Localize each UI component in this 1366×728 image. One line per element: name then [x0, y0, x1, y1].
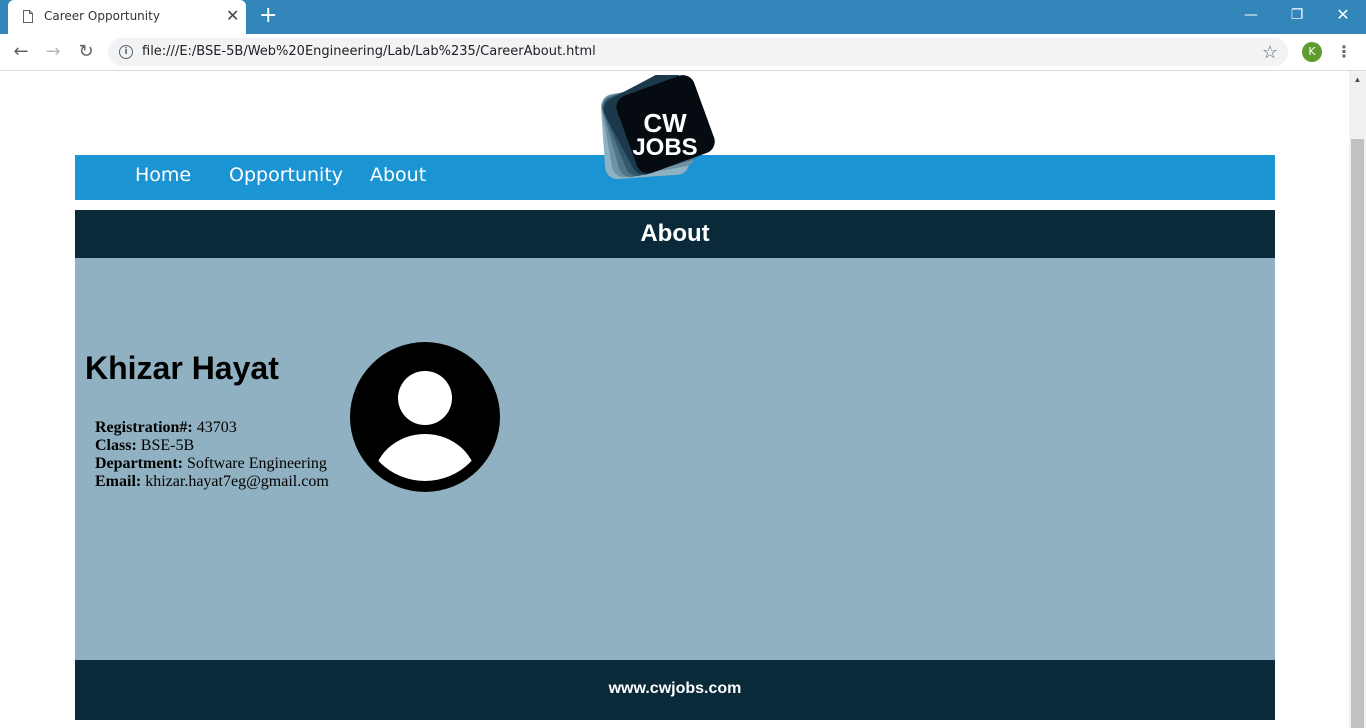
browser-tab-strip: Career Opportunity ✕ + — ❐ ✕ — [0, 0, 1366, 34]
page-viewport: Home Opportunity About CW JOBS About Khi… — [0, 71, 1349, 728]
browser-toolbar: ← → ↻ i file:///E:/BSE-5B/Web%20Engineer… — [0, 34, 1366, 71]
class-value: BSE-5B — [140, 437, 195, 454]
user-avatar-icon — [350, 342, 500, 492]
back-arrow-icon[interactable]: ← — [10, 42, 32, 62]
scroll-thumb[interactable] — [1351, 139, 1364, 728]
footer-link[interactable]: www.cwjobs.com — [75, 660, 1275, 718]
tab-close-icon[interactable]: ✕ — [226, 7, 239, 25]
profile-avatar[interactable]: K — [1302, 42, 1322, 62]
svg-text:JOBS: JOBS — [632, 134, 697, 161]
registration-row: Registration#: 43703 — [95, 419, 329, 437]
url-text[interactable]: file:///E:/BSE-5B/Web%20Engineering/Lab/… — [142, 44, 596, 59]
browser-tab[interactable]: Career Opportunity ✕ — [8, 0, 246, 34]
registration-label: Registration#: — [95, 419, 193, 436]
department-label: Department: — [95, 455, 183, 472]
reload-icon[interactable]: ↻ — [75, 42, 97, 62]
nav-opportunity-link[interactable]: Opportunity — [229, 164, 343, 186]
section-title: About — [640, 220, 710, 247]
class-row: Class: BSE-5B — [95, 437, 329, 455]
department-row: Department: Software Engineering — [95, 455, 329, 473]
more-menu-icon[interactable]: ⋮ — [1336, 41, 1352, 63]
forward-arrow-icon[interactable]: → — [42, 42, 64, 62]
email-value: khizar.hayat7eg@gmail.com — [145, 473, 329, 490]
page-icon — [23, 10, 33, 23]
nav-about-link[interactable]: About — [370, 164, 426, 186]
email-label: Email: — [95, 473, 142, 490]
page-footer: www.cwjobs.com — [75, 660, 1275, 720]
address-bar[interactable]: i file:///E:/BSE-5B/Web%20Engineering/La… — [108, 38, 1288, 66]
minimize-icon[interactable]: — — [1228, 0, 1274, 30]
email-row: Email: khizar.hayat7eg@gmail.com — [95, 473, 329, 491]
person-name: Khizar Hayat — [85, 350, 279, 386]
nav-home-link[interactable]: Home — [135, 164, 191, 186]
profile-details: Registration#: 43703 Class: BSE-5B Depar… — [95, 419, 329, 491]
department-value: Software Engineering — [186, 455, 327, 472]
cwjobs-logo: CW JOBS — [600, 75, 715, 180]
registration-value: 43703 — [196, 419, 237, 436]
about-content: Khizar Hayat Registration#: 43703 Class:… — [75, 258, 1275, 660]
about-section-header: About — [75, 210, 1275, 258]
scroll-up-arrow-icon[interactable]: ▲ — [1349, 71, 1366, 88]
class-label: Class: — [95, 437, 137, 454]
tab-title: Career Opportunity — [44, 9, 160, 23]
info-icon[interactable]: i — [119, 45, 133, 59]
bookmark-star-icon[interactable]: ☆ — [1262, 41, 1278, 63]
restore-icon[interactable]: ❐ — [1274, 0, 1320, 30]
page-scrollbar[interactable]: ▲ — [1349, 71, 1366, 728]
window-close-icon[interactable]: ✕ — [1320, 0, 1366, 30]
new-tab-icon[interactable]: + — [259, 4, 277, 28]
